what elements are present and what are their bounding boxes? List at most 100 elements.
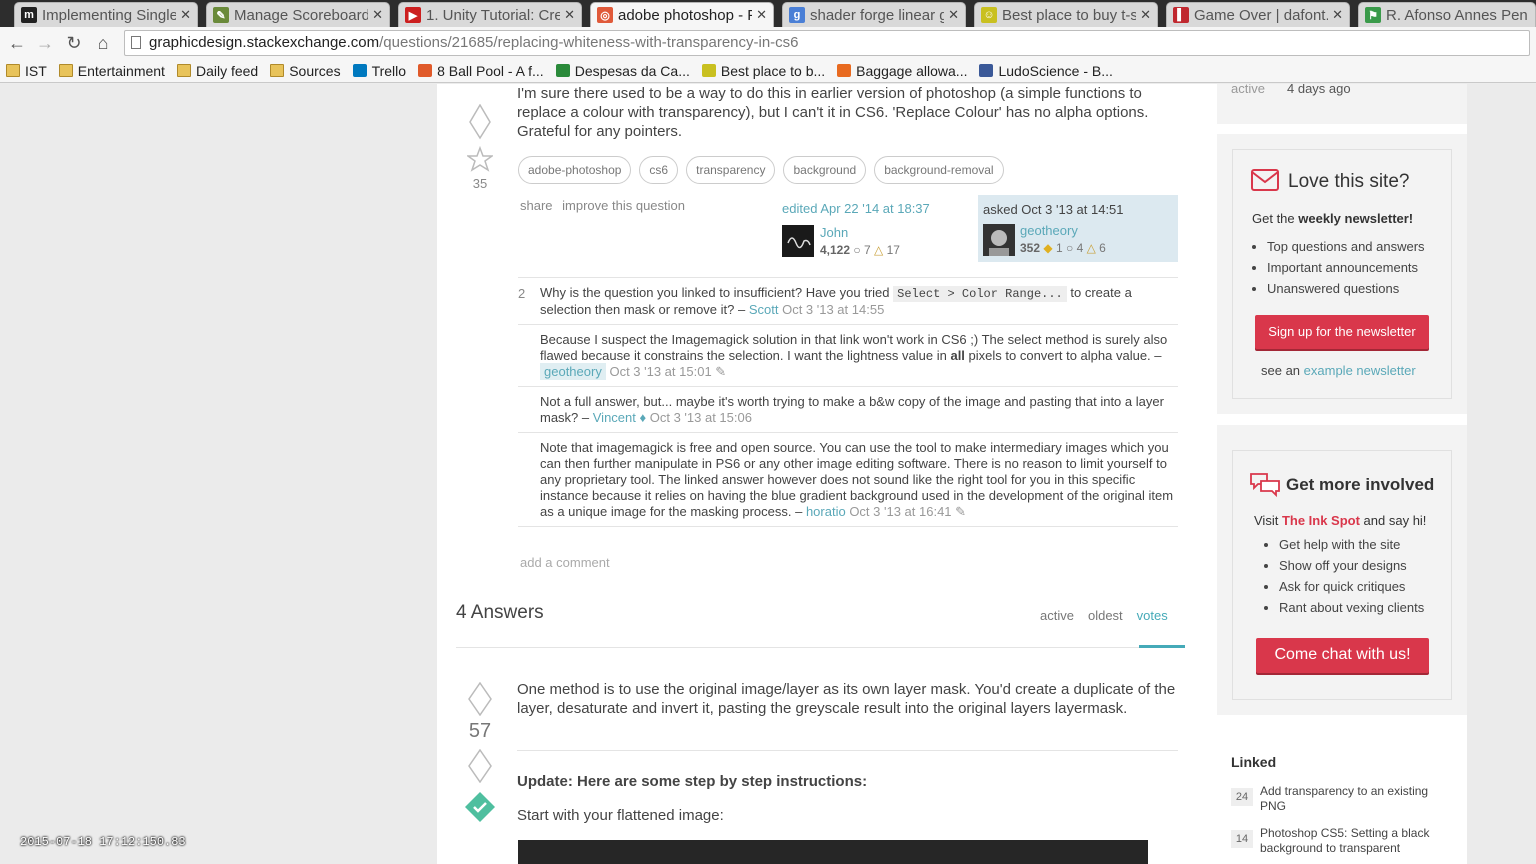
vote-down-icon[interactable] — [468, 104, 492, 140]
bookmark-item[interactable]: Best place to b... — [701, 63, 825, 79]
editor-name[interactable]: John — [820, 225, 848, 240]
bookmark-item[interactable]: Daily feed — [176, 62, 259, 79]
bookmark-item[interactable]: Trello — [352, 63, 406, 79]
comment-date[interactable]: Oct 3 '13 at 14:55 — [782, 302, 884, 317]
newsletter-signup-button[interactable]: Sign up for the newsletter — [1255, 315, 1429, 349]
bookmark-item[interactable]: Entertainment — [58, 63, 165, 79]
comment-user[interactable]: horatio — [806, 504, 846, 519]
tab-title: 1. Unity Tutorial: Cre — [426, 6, 561, 24]
bookmark-item[interactable]: LudoScience - B... — [979, 62, 1113, 79]
browser-tab[interactable]: ▌ Game Over | dafont.c ✕ — [1166, 2, 1350, 27]
bookmark-label: Despesas da Ca... — [574, 62, 690, 79]
vote-up-icon[interactable] — [467, 682, 493, 716]
divider — [456, 647, 1185, 648]
tag-chip[interactable]: cs6 — [639, 156, 679, 184]
answer-vote-cell: 57 — [458, 682, 502, 823]
tab-title: Manage Scoreboard — [234, 6, 369, 24]
close-tab-icon[interactable]: ✕ — [948, 7, 959, 23]
tab-oldest[interactable]: oldest — [1088, 608, 1123, 623]
close-tab-icon[interactable]: ✕ — [180, 7, 191, 23]
add-comment-link[interactable]: add a comment — [520, 555, 610, 570]
come-chat-button[interactable]: Come chat with us! — [1256, 638, 1429, 673]
overlay-timestamp: 2015-07-18 17:12:150.83 — [20, 835, 186, 849]
bookmark-label: Sources — [289, 62, 341, 79]
question-stats: active 4 days ago — [1217, 84, 1467, 124]
bookmark-label: LudoScience - B... — [998, 62, 1113, 79]
list-item: Show off your designs — [1279, 555, 1424, 576]
chat-bubbles-icon — [1250, 473, 1280, 498]
tag-chip[interactable]: adobe-photoshop — [518, 156, 632, 184]
edited-date[interactable]: edited Apr 22 '14 at 18:37 — [782, 201, 930, 216]
list-item: Ask for quick critiques — [1279, 576, 1424, 597]
tab-votes[interactable]: votes — [1137, 608, 1168, 623]
favorite-star-icon[interactable] — [467, 146, 493, 172]
browser-tab[interactable]: ◎ adobe photoshop - F ✕ — [590, 2, 774, 27]
owner-signature: asked Oct 3 '13 at 14:51 geotheory 352 ◆… — [978, 195, 1178, 262]
comment-date[interactable]: Oct 3 '13 at 15:01 — [609, 364, 711, 379]
linked-title-link[interactable]: Photoshop CS5: Setting a black backgroun… — [1260, 826, 1440, 856]
example-newsletter-link[interactable]: example newsletter — [1304, 363, 1416, 378]
linked-title-link[interactable]: Add transparency to an existing PNG — [1260, 784, 1440, 814]
close-tab-icon[interactable]: ✕ — [1332, 7, 1343, 23]
question-body: I'm sure there used to be a way to do th… — [517, 85, 1149, 140]
comment-user[interactable]: Scott — [749, 302, 779, 317]
newsletter-box: Love this site? Get the weekly newslette… — [1232, 149, 1452, 399]
forward-icon[interactable]: → — [34, 32, 56, 54]
comment: Because I suspect the Imagemagick soluti… — [518, 324, 1178, 386]
tag-chip[interactable]: background — [783, 156, 867, 184]
vote-down-icon[interactable] — [467, 749, 493, 783]
browser-tab[interactable]: ☺ Best place to buy t-sh ✕ — [974, 2, 1158, 27]
answer-update-heading: Update: Here are some step by step instr… — [517, 773, 868, 790]
comment: Note that imagemagick is free and open s… — [518, 432, 1178, 527]
browser-tab[interactable]: m Implementing Single ✕ — [14, 2, 198, 27]
bookmark-label: Baggage allowa... — [856, 62, 968, 79]
avatar[interactable] — [983, 224, 1015, 256]
close-tab-icon[interactable]: ✕ — [756, 7, 767, 23]
site-icon — [837, 64, 852, 77]
folder-icon — [176, 64, 191, 77]
home-icon[interactable]: ⌂ — [92, 32, 114, 54]
involved-title: Get more involved — [1286, 475, 1435, 494]
favorite-count: 35 — [472, 176, 488, 191]
ink-spot-link[interactable]: The Ink Spot — [1282, 513, 1360, 528]
tag-chip[interactable]: background-removal — [874, 156, 1004, 184]
tab-strip: m Implementing Single ✕ ✎ Manage Scoreboard ✕… — [0, 0, 1536, 27]
site-icon — [979, 64, 994, 77]
share-link[interactable]: share — [520, 198, 553, 213]
avatar[interactable] — [782, 225, 814, 257]
tag-chip[interactable]: transparency — [686, 156, 776, 184]
browser-tab[interactable]: ⚑ R. Afonso Annes Pen — [1358, 2, 1536, 27]
list-item: Rant about vexing clients — [1279, 597, 1424, 618]
comment-user[interactable]: Vincent ♦ — [593, 410, 646, 425]
owner-name[interactable]: geotheory — [1020, 223, 1078, 238]
tab-active[interactable]: active — [1040, 608, 1074, 623]
close-tab-icon[interactable]: ✕ — [1140, 7, 1151, 23]
edit-pencil-icon: ✎ — [951, 504, 967, 519]
bookmark-item[interactable]: Despesas da Ca... — [555, 62, 690, 79]
browser-tab[interactable]: ✎ Manage Scoreboard ✕ — [206, 2, 390, 27]
linked-question[interactable]: 24 Add transparency to an existing PNG — [1231, 784, 1451, 826]
bookmark-item[interactable]: IST — [6, 63, 47, 79]
comment-date[interactable]: Oct 3 '13 at 16:41 — [849, 504, 951, 519]
browser-tab[interactable]: ▶ 1. Unity Tutorial: Cre ✕ — [398, 2, 582, 27]
browser-tab[interactable]: g shader forge linear g ✕ — [782, 2, 966, 27]
bookmark-item[interactable]: 8 Ball Pool - A f... — [418, 63, 544, 79]
stat-value[interactable]: 4 days ago — [1287, 84, 1351, 96]
bookmark-item[interactable]: Baggage allowa... — [837, 63, 967, 79]
example-newsletter-line: see an example newsletter — [1261, 363, 1416, 378]
comment-date[interactable]: Oct 3 '13 at 15:06 — [650, 410, 752, 425]
close-tab-icon[interactable]: ✕ — [372, 7, 383, 23]
url-path: /questions/21685/replacing-whiteness-wit… — [379, 34, 799, 51]
bookmark-item[interactable]: Sources — [270, 62, 341, 79]
favicon-icon: ⚑ — [1365, 7, 1381, 23]
tag-list: adobe-photoshop cs6 transparency background… — [518, 156, 1012, 184]
back-icon[interactable]: ← — [6, 32, 28, 54]
favicon-icon: ▌ — [1173, 7, 1189, 23]
address-bar[interactable]: graphicdesign.stackexchange.com/question… — [124, 30, 1530, 56]
bookmark-label: Daily feed — [195, 62, 259, 79]
improve-question-link[interactable]: improve this question — [562, 198, 685, 213]
comment-user[interactable]: geotheory — [540, 363, 606, 380]
linked-question[interactable]: 14 Photoshop CS5: Setting a black backgro… — [1231, 826, 1451, 864]
reload-icon[interactable]: ↻ — [63, 32, 85, 54]
close-tab-icon[interactable]: ✕ — [564, 7, 575, 23]
